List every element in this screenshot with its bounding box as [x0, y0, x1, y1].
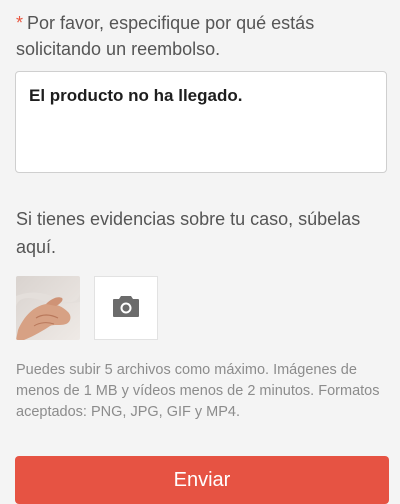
hand-photo-image	[16, 276, 80, 340]
refund-reason-textarea[interactable]: El producto no ha llegado.	[15, 71, 387, 173]
required-asterisk: *	[16, 13, 24, 33]
add-evidence-button[interactable]	[94, 276, 158, 340]
submit-button[interactable]: Enviar	[15, 456, 389, 504]
camera-icon	[112, 294, 140, 323]
uploaded-photo-thumbnail[interactable]	[16, 276, 80, 340]
evidence-label: Si tienes evidencias sobre tu caso, súbe…	[16, 209, 361, 257]
refund-reason-label: * Por favor, especifique por qué estás so…	[16, 10, 386, 62]
refund-reason-label-text: Por favor, especifique por qué estás sol…	[16, 13, 315, 59]
upload-hint: Puedes subir 5 archivos como máximo. Imá…	[16, 362, 380, 420]
submit-button-label: Enviar	[173, 469, 231, 491]
refund-reason-value: El producto no ha llegado.	[29, 86, 243, 105]
